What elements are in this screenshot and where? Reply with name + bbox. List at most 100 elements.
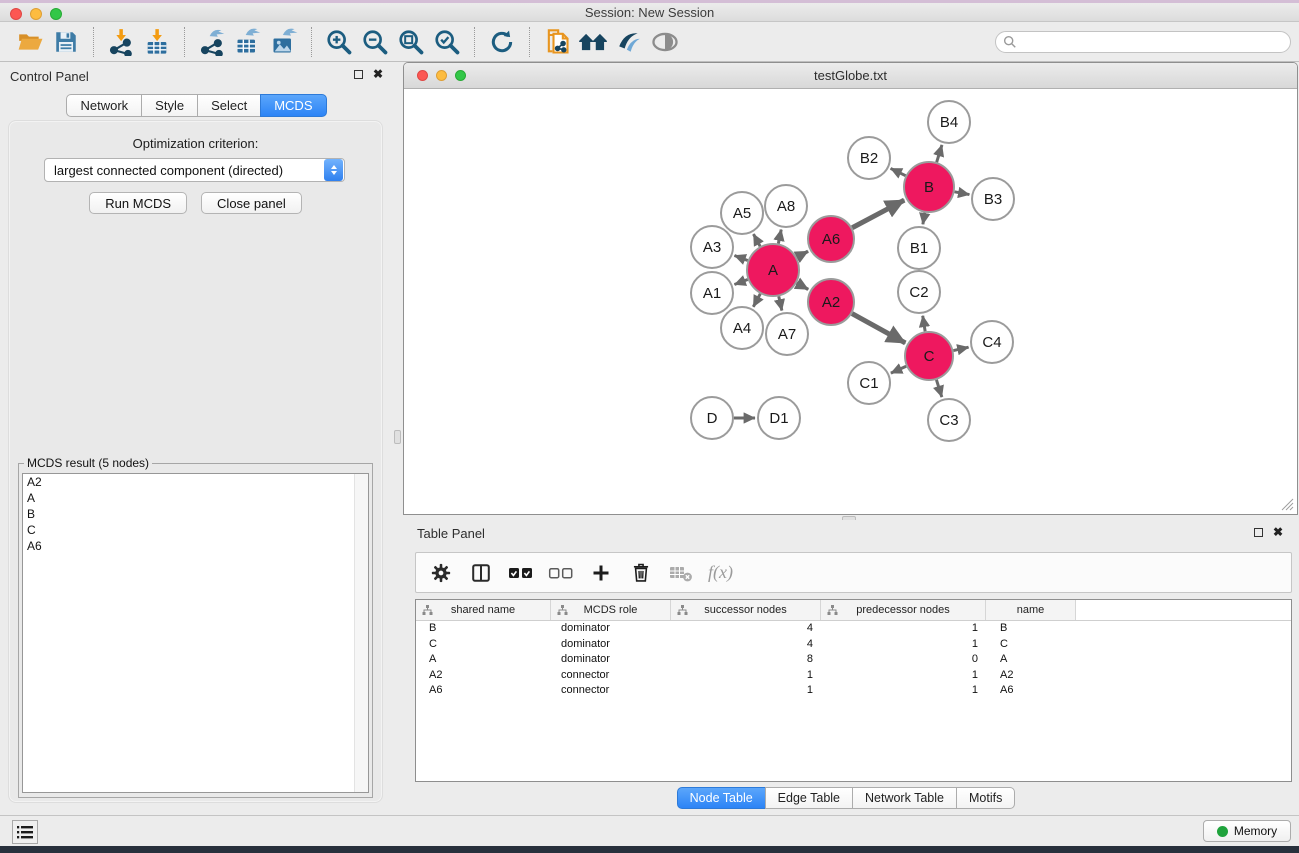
zoom-out-button[interactable] — [357, 27, 393, 57]
graph-edge[interactable] — [852, 314, 905, 343]
splitter-grip[interactable] — [394, 430, 401, 444]
tab-network-table[interactable]: Network Table — [852, 787, 957, 809]
table-row[interactable]: Adominator80A — [416, 652, 1291, 668]
table-cell: 1 — [821, 637, 986, 653]
table-cell: B — [986, 621, 1076, 637]
show-graphics-details-button[interactable] — [647, 27, 683, 57]
table-row[interactable]: Bdominator41B — [416, 621, 1291, 637]
float-panel-icon[interactable] — [354, 70, 363, 79]
graph-node-label: B3 — [984, 191, 1002, 208]
close-panel-icon[interactable]: ✖ — [373, 69, 383, 79]
vizmapper-wing-button[interactable] — [611, 27, 647, 57]
graph-edge[interactable] — [891, 366, 906, 373]
table-cell: A — [986, 652, 1076, 668]
zoom-in-button[interactable] — [321, 27, 357, 57]
table-row[interactable]: A2connector11A2 — [416, 668, 1291, 684]
table-cell: 1 — [821, 668, 986, 684]
float-panel-icon[interactable] — [1254, 528, 1263, 537]
list-item[interactable]: A6 — [23, 538, 368, 554]
list-item[interactable]: B — [23, 506, 368, 522]
save-session-button[interactable] — [48, 27, 84, 57]
tab-select[interactable]: Select — [197, 94, 261, 117]
tab-mcds[interactable]: MCDS — [260, 94, 326, 117]
tab-node-table[interactable]: Node Table — [677, 787, 766, 809]
tab-network[interactable]: Network — [66, 94, 142, 117]
graph-edge[interactable] — [923, 213, 925, 225]
mcds-result-legend: MCDS result (5 nodes) — [24, 456, 152, 470]
table-cell: C — [986, 637, 1076, 653]
import-table-button[interactable] — [139, 27, 175, 57]
column-header-shared-name[interactable]: shared name — [416, 600, 551, 620]
search-input[interactable] — [1021, 35, 1271, 49]
memory-button[interactable]: Memory — [1203, 820, 1291, 842]
mcds-result-list[interactable]: A2ABCA6 — [22, 473, 369, 793]
open-folder-icon — [16, 29, 44, 55]
list-item[interactable]: A2 — [23, 474, 368, 490]
network-graph[interactable]: ABCA2A6A1A3A4A5A7A8B1B2B3B4C1C2C3C4DD1 — [405, 90, 1297, 514]
optimization-criterion-label: Optimization criterion: — [9, 136, 382, 151]
scrollbar-track[interactable] — [354, 474, 368, 792]
memory-label: Memory — [1234, 824, 1277, 838]
graph-edge[interactable] — [936, 380, 941, 397]
column-header-name[interactable]: name — [986, 600, 1076, 620]
table-cell: dominator — [551, 621, 671, 637]
delete-columns-button[interactable] — [628, 560, 654, 586]
graph-edge[interactable] — [753, 294, 760, 307]
graph-edge[interactable] — [955, 192, 970, 195]
close-panel-button[interactable]: Close panel — [201, 192, 302, 214]
column-header-mcds-role[interactable]: MCDS role — [551, 600, 671, 620]
graph-node-label: C4 — [982, 334, 1001, 351]
graph-edge[interactable] — [797, 251, 808, 257]
graph-edge[interactable] — [734, 280, 747, 285]
refresh-button[interactable] — [484, 27, 520, 57]
graph-edge[interactable] — [734, 255, 747, 260]
graph-node-label: A3 — [703, 239, 721, 256]
graph-edge[interactable] — [891, 168, 906, 175]
zoom-selected-button[interactable] — [429, 27, 465, 57]
network-window-titlebar[interactable]: testGlobe.txt — [404, 63, 1297, 89]
tab-edge-table[interactable]: Edge Table — [765, 787, 853, 809]
tab-motifs[interactable]: Motifs — [956, 787, 1015, 809]
tab-style[interactable]: Style — [141, 94, 198, 117]
column-header-successor-nodes[interactable]: successor nodes — [671, 600, 821, 620]
table-row[interactable]: Cdominator41C — [416, 637, 1291, 653]
list-item[interactable]: C — [23, 522, 368, 538]
table-settings-button[interactable] — [428, 560, 454, 586]
search-icon — [1003, 35, 1017, 49]
graph-edge[interactable] — [778, 230, 781, 244]
graph-edge[interactable] — [953, 347, 968, 350]
network-canvas[interactable]: ABCA2A6A1A3A4A5A7A8B1B2B3B4C1C2C3C4DD1 — [405, 90, 1296, 513]
status-bar: Memory — [0, 815, 1299, 846]
import-network-button[interactable] — [103, 27, 139, 57]
graph-edge[interactable] — [797, 283, 809, 289]
show-task-history-button[interactable] — [12, 820, 38, 844]
cybrowser-button[interactable] — [575, 27, 611, 57]
zoom-selected-icon — [433, 28, 461, 56]
table-cell: 1 — [821, 683, 986, 699]
graph-edge[interactable] — [852, 200, 904, 228]
graph-edge[interactable] — [923, 316, 925, 332]
app-title: Session: New Session — [0, 5, 1299, 20]
graph-edge[interactable] — [753, 234, 760, 246]
resize-grip-icon[interactable] — [1280, 497, 1294, 511]
graph-edge[interactable] — [937, 145, 942, 162]
open-session-button[interactable] — [12, 27, 48, 57]
export-network-button[interactable] — [194, 27, 230, 57]
column-header-predecessor-nodes[interactable]: predecessor nodes — [821, 600, 986, 620]
show-columns-button[interactable] — [468, 560, 494, 586]
attribute-hierarchy-icon — [827, 605, 838, 616]
run-mcds-button[interactable]: Run MCDS — [89, 192, 187, 214]
zoom-fit-button[interactable] — [393, 27, 429, 57]
clone-network-button[interactable] — [539, 27, 575, 57]
export-image-button[interactable] — [266, 27, 302, 57]
table-row[interactable]: A6connector11A6 — [416, 683, 1291, 699]
export-table-button[interactable] — [230, 27, 266, 57]
unselect-all-columns-button[interactable] — [548, 560, 574, 586]
unchecked-boxes-icon — [548, 564, 574, 582]
criterion-dropdown[interactable]: largest connected component (directed) — [44, 158, 345, 182]
close-panel-icon[interactable]: ✖ — [1273, 527, 1283, 537]
graph-edge[interactable] — [779, 296, 782, 310]
select-all-columns-button[interactable] — [508, 560, 534, 586]
list-item[interactable]: A — [23, 490, 368, 506]
create-column-button[interactable] — [588, 560, 614, 586]
